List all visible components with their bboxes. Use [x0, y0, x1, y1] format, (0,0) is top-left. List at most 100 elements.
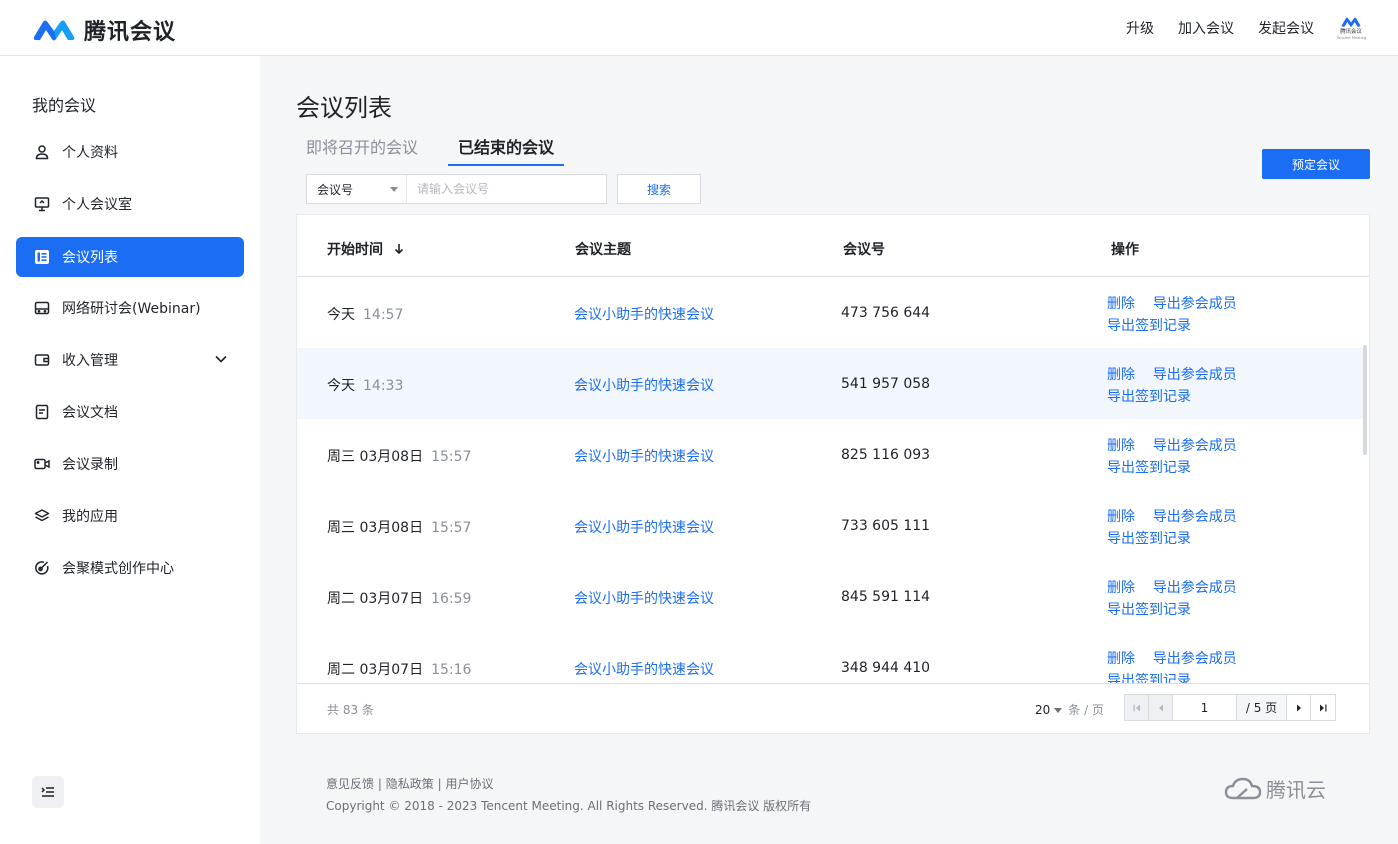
table-row[interactable]: 周三 03月08日 15:57 会议小助手的快速会议 825 116 093 删除… — [297, 419, 1363, 490]
prev-page-button[interactable] — [1149, 695, 1173, 720]
header-topic: 会议主题 — [575, 242, 631, 258]
export-members-link[interactable]: 导出参会成员 — [1153, 367, 1237, 383]
table-row[interactable]: 今天 14:33 会议小助手的快速会议 541 957 058 删除 导出参会成员… — [297, 348, 1363, 419]
cell-time: 15:57 — [431, 449, 472, 465]
avatar-text: 腾讯会议 — [1340, 28, 1362, 35]
footer-separator: | — [377, 777, 382, 791]
cell-start-time: 周三 03月08日 15:57 — [327, 517, 471, 537]
cell-topic-link[interactable]: 会议小助手的快速会议 — [574, 588, 714, 608]
footer-separator: | — [437, 777, 442, 791]
app-logo[interactable]: 腾讯会议 — [32, 14, 176, 46]
privacy-link[interactable]: 隐私政策 — [386, 777, 434, 791]
export-signin-link[interactable]: 导出签到记录 — [1107, 389, 1191, 405]
cell-start-time: 周二 03月07日 15:16 — [327, 659, 471, 679]
cell-day: 周三 03月08日 — [327, 449, 424, 465]
tencent-meeting-logo-icon — [33, 20, 75, 41]
top-nav: 升级 加入会议 发起会议 腾讯会议 Tencent Meeting — [1102, 0, 1366, 56]
search-type-select[interactable]: 会议号 — [307, 175, 407, 203]
export-signin-link[interactable]: 导出签到记录 — [1107, 318, 1191, 334]
cell-topic-link[interactable]: 会议小助手的快速会议 — [574, 446, 714, 466]
cell-time: 15:16 — [431, 662, 472, 678]
upgrade-link[interactable]: 升级 — [1126, 18, 1154, 38]
export-members-link[interactable]: 导出参会成员 — [1153, 651, 1237, 667]
cell-start-time: 周二 03月07日 16:59 — [327, 588, 471, 608]
sidebar-item-profile[interactable]: 个人资料 — [16, 132, 244, 172]
feedback-link[interactable]: 意见反馈 — [326, 777, 374, 791]
page-size-unit: 条 / 页 — [1068, 703, 1104, 717]
last-page-button[interactable] — [1311, 695, 1335, 720]
sidebar-item-documents[interactable]: 会议文档 — [16, 392, 244, 432]
delete-link[interactable]: 删除 — [1107, 651, 1135, 667]
sidebar-item-meeting-list[interactable]: 会议列表 — [16, 237, 244, 277]
cell-start-time: 周三 03月08日 15:57 — [327, 446, 471, 466]
export-signin-link[interactable]: 导出签到记录 — [1107, 602, 1191, 618]
page-size-selector[interactable]: 20 条 / 页 — [1035, 701, 1104, 718]
avatar[interactable]: 腾讯会议 Tencent Meeting — [1336, 15, 1366, 41]
cell-topic-link[interactable]: 会议小助手的快速会议 — [574, 659, 714, 679]
sidebar-item-label: 会聚模式创作中心 — [62, 561, 174, 577]
caret-down-icon — [1054, 708, 1063, 713]
start-meeting-link[interactable]: 发起会议 — [1258, 18, 1314, 38]
header-start-time-label: 开始时间 — [327, 242, 383, 258]
sidebar-item-webinar[interactable]: 网络研讨会(Webinar) — [16, 288, 244, 328]
delete-link[interactable]: 删除 — [1107, 438, 1135, 454]
sidebar-item-label: 会议列表 — [62, 250, 118, 266]
person-icon — [34, 144, 50, 160]
tab-ended[interactable]: 已结束的会议 — [448, 134, 564, 166]
cell-ops: 删除 导出参会成员导出签到记录 — [1107, 648, 1237, 683]
cell-topic-link[interactable]: 会议小助手的快速会议 — [574, 375, 714, 395]
next-page-icon — [1296, 704, 1301, 711]
table-row[interactable]: 周二 03月07日 15:16 会议小助手的快速会议 348 944 410 删除… — [297, 632, 1363, 683]
sidebar-item-label: 我的应用 — [62, 509, 118, 525]
cell-time: 15:57 — [431, 520, 472, 536]
export-members-link[interactable]: 导出参会成员 — [1153, 438, 1237, 454]
table-row[interactable]: 今天 14:57 会议小助手的快速会议 473 756 644 删除 导出参会成员… — [297, 277, 1363, 348]
cell-topic-link[interactable]: 会议小助手的快速会议 — [574, 304, 714, 324]
sidebar-item-creation-center[interactable]: 会聚模式创作中心 — [16, 548, 244, 588]
top-bar: 腾讯会议 升级 加入会议 发起会议 腾讯会议 Tencent Meeting — [0, 0, 1398, 56]
export-signin-link[interactable]: 导出签到记录 — [1107, 460, 1191, 476]
delete-link[interactable]: 删除 — [1107, 367, 1135, 383]
first-page-icon — [1133, 704, 1140, 711]
sidebar-item-apps[interactable]: 我的应用 — [16, 496, 244, 536]
export-members-link[interactable]: 导出参会成员 — [1153, 580, 1237, 596]
sidebar-item-recordings[interactable]: 会议录制 — [16, 444, 244, 484]
prev-page-icon — [1158, 704, 1163, 711]
table-scrollbar[interactable] — [1363, 345, 1367, 455]
cloud-icon — [1224, 777, 1262, 799]
header-start-time[interactable]: 开始时间 — [327, 239, 404, 259]
table-row[interactable]: 周三 03月08日 15:57 会议小助手的快速会议 733 605 111 删除… — [297, 490, 1363, 561]
book-meeting-button[interactable]: 预定会议 — [1262, 149, 1370, 179]
collapse-sidebar-button[interactable] — [32, 776, 64, 808]
tab-upcoming[interactable]: 即将召开的会议 — [306, 134, 418, 158]
page-input[interactable] — [1173, 695, 1237, 720]
caret-down-icon — [390, 187, 398, 192]
tencent-cloud-logo: 腾讯云 — [1224, 774, 1326, 803]
cell-topic-link[interactable]: 会议小助手的快速会议 — [574, 517, 714, 537]
sidebar-item-revenue[interactable]: 收入管理 — [16, 340, 244, 380]
delete-link[interactable]: 删除 — [1107, 509, 1135, 525]
join-meeting-link[interactable]: 加入会议 — [1178, 18, 1234, 38]
delete-link[interactable]: 删除 — [1107, 296, 1135, 312]
table-row[interactable]: 周二 03月07日 16:59 会议小助手的快速会议 845 591 114 删除… — [297, 561, 1363, 632]
sidebar-item-personal-room[interactable]: 个人会议室 — [16, 184, 244, 224]
sidebar-title: 我的会议 — [32, 96, 97, 115]
export-signin-link[interactable]: 导出签到记录 — [1107, 531, 1191, 547]
export-signin-link[interactable]: 导出签到记录 — [1107, 673, 1191, 683]
export-members-link[interactable]: 导出参会成员 — [1153, 509, 1237, 525]
search-button[interactable]: 搜索 — [617, 174, 701, 204]
next-page-button[interactable] — [1287, 695, 1311, 720]
sidebar: 我的会议 个人资料 个人会议室 会议列表 网络研讨会(Webinar) 收入管理 — [0, 56, 260, 844]
export-members-link[interactable]: 导出参会成员 — [1153, 296, 1237, 312]
first-page-button[interactable] — [1125, 695, 1149, 720]
cell-day: 今天 — [327, 307, 355, 323]
total-pages: / 5 页 — [1237, 695, 1287, 720]
cell-ops: 删除 导出参会成员导出签到记录 — [1107, 577, 1237, 621]
search-input[interactable] — [407, 175, 606, 203]
chevron-down-icon[interactable] — [214, 352, 228, 370]
create-icon — [34, 560, 50, 576]
collapse-icon — [41, 787, 54, 797]
delete-link[interactable]: 删除 — [1107, 580, 1135, 596]
cell-meeting-number: 541 957 058 — [841, 376, 931, 392]
terms-link[interactable]: 用户协议 — [445, 777, 493, 791]
